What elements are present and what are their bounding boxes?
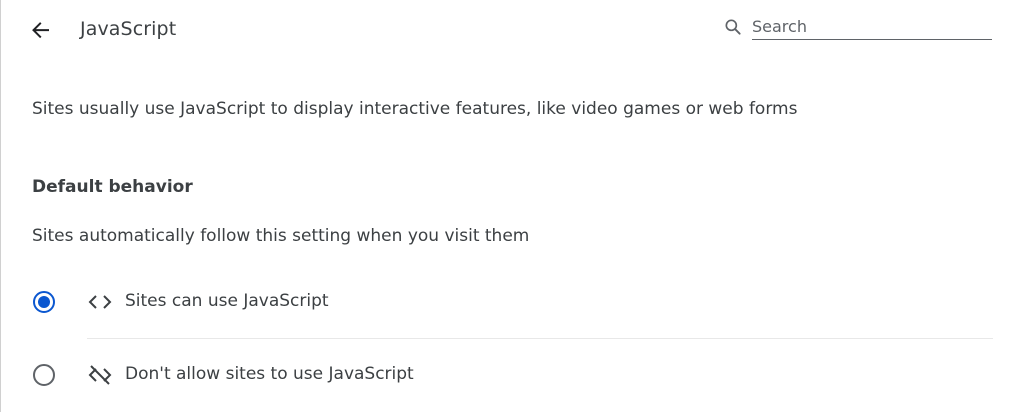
search-input[interactable] bbox=[752, 14, 992, 40]
arrow-left-icon bbox=[32, 22, 49, 39]
search-box bbox=[721, 12, 992, 42]
section-heading: Default behavior bbox=[32, 177, 193, 197]
page-title: JavaScript bbox=[80, 18, 177, 40]
code-off-icon bbox=[88, 365, 112, 385]
option-label: Don't allow sites to use JavaScript bbox=[125, 364, 414, 384]
radio-unselected[interactable] bbox=[32, 363, 56, 387]
back-button[interactable] bbox=[21, 10, 61, 50]
option-allow-javascript[interactable]: Sites can use JavaScript bbox=[25, 280, 993, 324]
divider bbox=[87, 338, 993, 339]
section-subtext: Sites automatically follow this setting … bbox=[32, 226, 530, 246]
search-icon[interactable] bbox=[723, 17, 743, 37]
radio-selected[interactable] bbox=[32, 290, 56, 314]
page-description: Sites usually use JavaScript to display … bbox=[32, 99, 798, 119]
settings-page: JavaScript Sites usually use JavaScript … bbox=[0, 0, 1017, 412]
option-label: Sites can use JavaScript bbox=[125, 291, 329, 311]
page-header: JavaScript bbox=[1, 0, 1017, 60]
option-block-javascript[interactable]: Don't allow sites to use JavaScript bbox=[25, 353, 993, 397]
code-brackets-icon bbox=[88, 295, 112, 309]
